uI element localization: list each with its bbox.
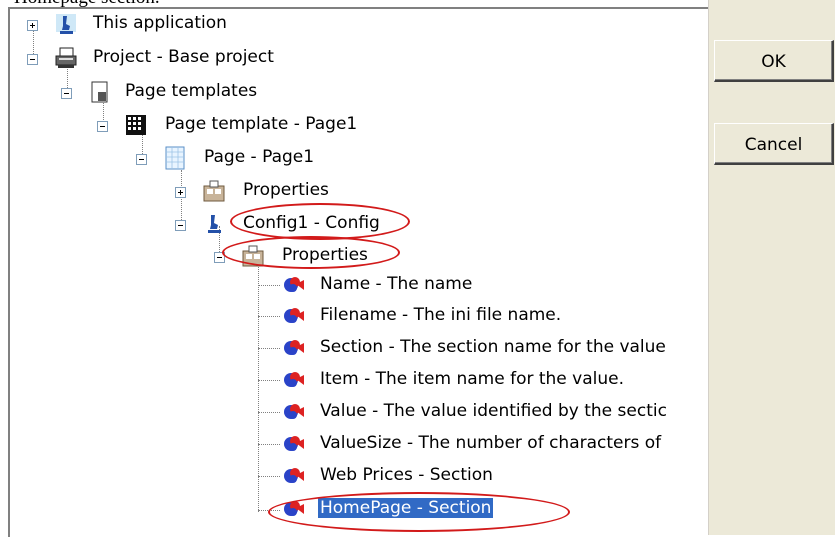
collapse-icon[interactable] bbox=[214, 252, 225, 263]
property-icon bbox=[284, 468, 304, 483]
expand-icon[interactable] bbox=[175, 187, 186, 198]
page-template-icon bbox=[126, 115, 146, 135]
tree-item-label: Item - The item name for the value. bbox=[320, 369, 625, 389]
tree-item-label: Page template - Page1 bbox=[165, 114, 358, 134]
tree-item-label: Project - Base project bbox=[93, 47, 274, 67]
tree-item-label: Config1 - Config bbox=[243, 213, 380, 233]
collapse-icon[interactable] bbox=[175, 220, 186, 231]
tree-item-config-properties[interactable]: Properties bbox=[0, 242, 700, 272]
application-icon bbox=[56, 14, 76, 34]
property-item-web-prices[interactable]: Web Prices - Section bbox=[0, 462, 700, 492]
properties-icon bbox=[203, 180, 225, 202]
tree-item-label: Name - The name bbox=[320, 274, 473, 294]
property-item-valuesize[interactable]: ValueSize - The number of characters of bbox=[0, 430, 700, 460]
tree-item-label: Filename - The ini file name. bbox=[320, 305, 562, 325]
property-item-name[interactable]: Name - The name bbox=[0, 271, 700, 301]
property-item-item[interactable]: Item - The item name for the value. bbox=[0, 366, 700, 396]
collapse-icon[interactable] bbox=[136, 154, 147, 165]
collapse-icon[interactable] bbox=[97, 121, 108, 132]
collapse-icon[interactable] bbox=[61, 88, 72, 99]
property-icon bbox=[284, 340, 304, 355]
property-icon bbox=[284, 404, 304, 419]
tree-item-label: Value - The value identified by the sect… bbox=[320, 401, 667, 421]
property-icon bbox=[284, 436, 304, 451]
tree-item-label: Page - Page1 bbox=[204, 147, 315, 167]
page-icon bbox=[165, 146, 185, 170]
tree-item-this-application[interactable]: This application bbox=[0, 10, 700, 40]
tree-item-label: Properties bbox=[243, 180, 329, 200]
cancel-button[interactable]: Cancel bbox=[714, 123, 834, 165]
project-icon bbox=[55, 47, 77, 68]
tree-item-page[interactable]: Page - Page1 bbox=[0, 144, 700, 174]
tree-item-label: ValueSize - The number of characters of bbox=[320, 433, 662, 453]
tree-item-project[interactable]: Project - Base project bbox=[0, 44, 700, 74]
tree-item-label: This application bbox=[93, 13, 227, 33]
tree-item-label: Page templates bbox=[125, 81, 258, 101]
ok-button[interactable]: OK bbox=[714, 40, 834, 82]
property-icon bbox=[284, 501, 304, 516]
property-icon bbox=[284, 372, 304, 387]
page-templates-icon bbox=[91, 81, 108, 103]
property-icon bbox=[284, 277, 304, 292]
tree-item-label: Section - The section name for the value bbox=[320, 337, 666, 357]
properties-icon bbox=[242, 245, 264, 267]
collapse-icon[interactable] bbox=[27, 54, 38, 65]
property-item-section[interactable]: Section - The section name for the value bbox=[0, 334, 700, 364]
tree-item-page-properties[interactable]: Properties bbox=[0, 177, 700, 207]
tree-item-page-template[interactable]: Page template - Page1 bbox=[0, 111, 700, 141]
property-item-value[interactable]: Value - The value identified by the sect… bbox=[0, 398, 700, 428]
tree-item-page-templates[interactable]: Page templates bbox=[0, 78, 700, 108]
tree-item-label: Web Prices - Section bbox=[320, 465, 493, 485]
tree-item-label-selected: HomePage - Section bbox=[318, 498, 494, 518]
expand-icon[interactable] bbox=[27, 20, 38, 31]
property-item-homepage[interactable]: HomePage - Section bbox=[0, 495, 700, 525]
property-icon bbox=[284, 308, 304, 323]
property-item-filename[interactable]: Filename - The ini file name. bbox=[0, 302, 700, 332]
tree-item-config[interactable]: Config1 - Config bbox=[0, 210, 700, 240]
tree-item-label: Properties bbox=[282, 245, 368, 265]
config-icon bbox=[208, 215, 221, 233]
